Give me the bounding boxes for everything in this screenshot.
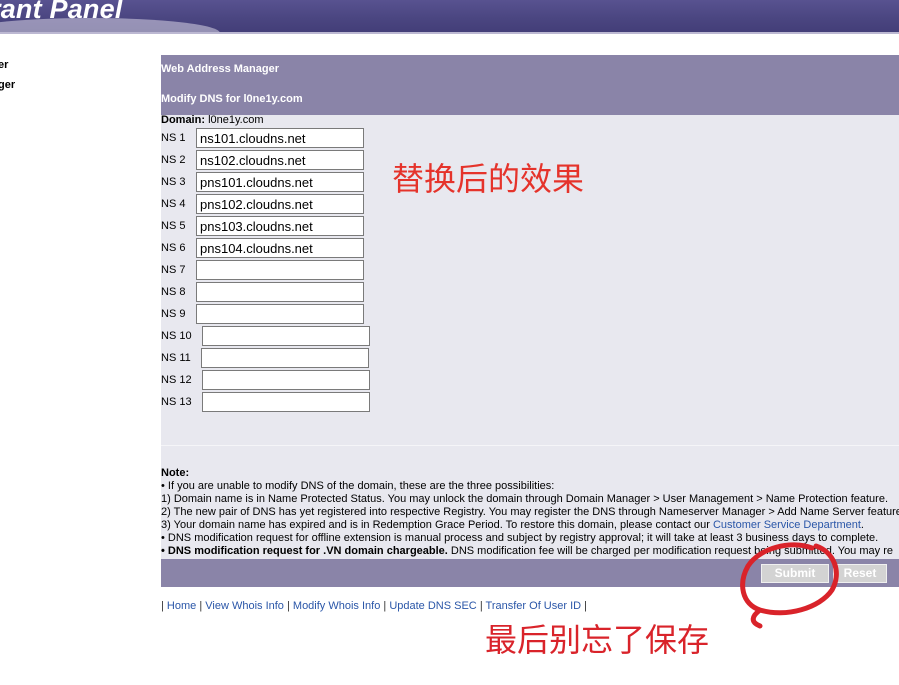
ns-input-8[interactable]	[196, 282, 364, 302]
ns-label-7: NS 7	[161, 264, 186, 276]
note-line-6-bold: • DNS modification request for .VN domai…	[161, 545, 448, 557]
note-line-3: 2) The new pair of DNS has yet registere…	[161, 506, 899, 518]
ns-label-3: NS 3	[161, 176, 186, 188]
ns-input-7[interactable]	[196, 260, 364, 280]
ns-input-5[interactable]	[196, 216, 364, 236]
customer-service-link[interactable]: Customer Service Department	[713, 519, 861, 531]
left-nav-item-1[interactable]: er	[0, 59, 8, 71]
domain-label: Domain:	[161, 114, 205, 126]
ns-label-8: NS 8	[161, 286, 186, 298]
note-line-4: 3) Your domain name has expired and is i…	[161, 519, 899, 532]
notes-section: Note: • If you are unable to modify DNS …	[161, 467, 899, 558]
link-sep-5: |	[584, 600, 588, 612]
reset-button[interactable]: Reset	[833, 564, 887, 583]
banner-divider	[0, 32, 899, 34]
link-sep-3: |	[383, 600, 387, 612]
link-sep-2: |	[286, 600, 290, 612]
form-action-bar: Submit Reset	[161, 559, 899, 587]
transfer-user-link[interactable]: Transfer Of User ID	[486, 600, 582, 612]
update-dns-sec-link[interactable]: Update DNS SEC	[389, 600, 476, 612]
note-line-5: • DNS modification request for offline e…	[161, 532, 879, 544]
note-line-6-text: DNS modification fee will be charged per…	[447, 545, 893, 557]
submit-button[interactable]: Submit	[761, 564, 829, 583]
top-banner: rant Panel	[0, 0, 899, 32]
link-sep-0: |	[161, 600, 164, 612]
ns-input-13[interactable]	[202, 392, 370, 412]
left-nav-item-2[interactable]: ger	[0, 79, 15, 91]
ns-label-9: NS 9	[161, 308, 186, 320]
ns-label-13: NS 13	[161, 396, 192, 408]
ns-label-11: NS 11	[161, 352, 191, 364]
ns-label-2: NS 2	[161, 154, 186, 166]
dns-panel: Web Address Manager Modify DNS for l0ne1…	[161, 55, 899, 587]
notes-heading: Note:	[161, 467, 190, 479]
ns-input-11[interactable]	[201, 348, 369, 368]
domain-value: l0ne1y.com	[208, 114, 264, 126]
ns-label-4: NS 4	[161, 198, 186, 210]
domain-row: Domain: l0ne1y.com	[161, 114, 264, 126]
note-line-6: • DNS modification request for .VN domai…	[161, 545, 899, 558]
ns-label-1: NS 1	[161, 132, 186, 144]
ns-input-4[interactable]	[196, 194, 364, 214]
annotation-remember-save: 最后别忘了保存	[485, 621, 710, 659]
ns-label-10: NS 10	[161, 330, 192, 342]
banner-title: rant Panel	[0, 0, 123, 24]
panel-subtitle: Modify DNS for l0ne1y.com	[161, 84, 899, 115]
home-link[interactable]: Home	[167, 600, 196, 612]
modify-whois-link[interactable]: Modify Whois Info	[293, 600, 380, 612]
ns-input-9[interactable]	[196, 304, 364, 324]
ns-input-3[interactable]	[196, 172, 364, 192]
section-divider	[161, 445, 899, 446]
note-line-4-end: .	[860, 519, 864, 531]
ns-input-2[interactable]	[196, 150, 364, 170]
ns-label-6: NS 6	[161, 242, 186, 254]
note-line-2: 1) Domain name is in Name Protected Stat…	[161, 493, 888, 505]
view-whois-link[interactable]: View Whois Info	[205, 600, 284, 612]
note-line-4-text: 3) Your domain name has expired and is i…	[161, 519, 713, 531]
footer-links: | Home | View Whois Info | Modify Whois …	[161, 600, 587, 612]
ns-input-10[interactable]	[202, 326, 370, 346]
link-sep-4: |	[479, 600, 483, 612]
ns-input-12[interactable]	[202, 370, 370, 390]
ns-label-5: NS 5	[161, 220, 186, 232]
ns-label-12: NS 12	[161, 374, 192, 386]
note-line-1: • If you are unable to modify DNS of the…	[161, 480, 555, 492]
ns-input-6[interactable]	[196, 238, 364, 258]
panel-title: Web Address Manager	[161, 55, 899, 84]
annotation-after-replace: 替换后的效果	[392, 160, 585, 198]
ns-input-1[interactable]	[196, 128, 364, 148]
link-sep-1: |	[199, 600, 203, 612]
